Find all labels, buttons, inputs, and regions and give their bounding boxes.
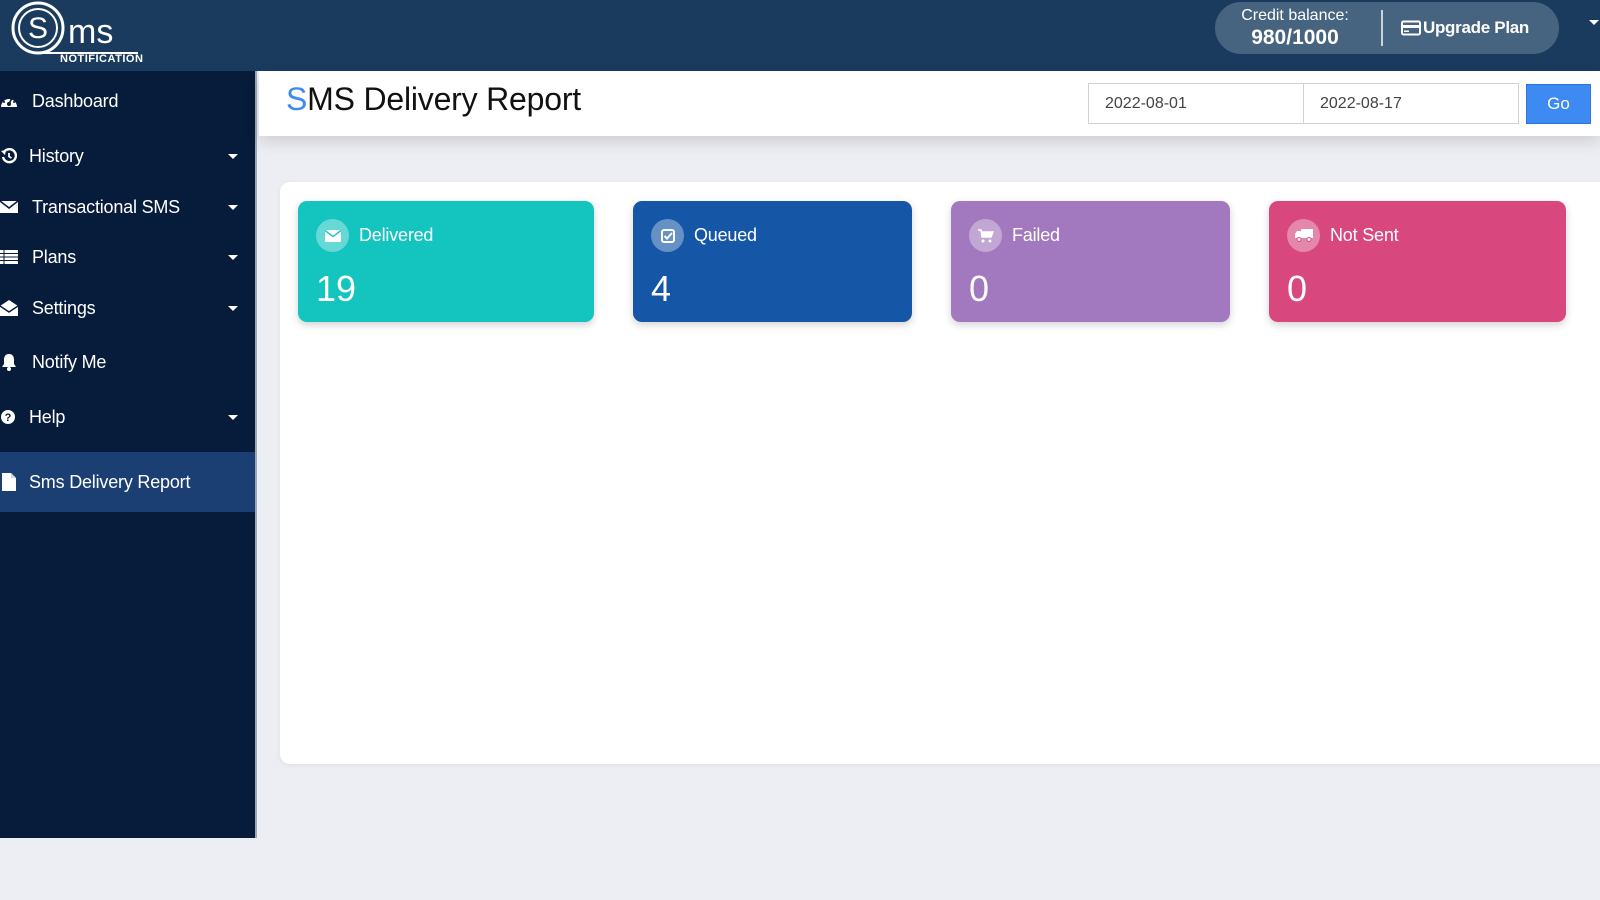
page-header: SMS Delivery Report Go xyxy=(259,71,1600,136)
chevron-down-icon xyxy=(228,305,238,311)
credit-balance-pill: Credit balance: 980/1000 Upgrade Plan xyxy=(1215,2,1559,54)
sidebar-item-dashboard[interactable]: Dashboard xyxy=(0,75,255,127)
chevron-down-icon xyxy=(228,414,238,420)
truck-icon xyxy=(1287,219,1320,252)
sidebar-item-history[interactable]: History xyxy=(0,130,255,182)
sidebar-item-label: Settings xyxy=(32,297,96,318)
sidebar-item-label: Notify Me xyxy=(32,351,107,372)
check-square-icon xyxy=(651,219,684,252)
top-bar: S ms NOTIFICATION Credit balance: 980/10… xyxy=(0,0,1600,71)
date-to-input[interactable] xyxy=(1303,83,1519,124)
bell-icon xyxy=(0,353,18,371)
envelope-icon xyxy=(316,219,349,252)
credit-card-icon xyxy=(1401,20,1421,36)
stat-label: Queued xyxy=(694,225,757,245)
logo-letter: S xyxy=(28,12,48,45)
stat-card-delivered: Delivered 19 xyxy=(298,201,594,322)
sidebar-item-notify-me[interactable]: Notify Me xyxy=(0,336,255,388)
envelope-icon xyxy=(0,198,18,216)
credit-balance: Credit balance: 980/1000 xyxy=(1215,7,1375,49)
stat-value: 0 xyxy=(969,268,990,309)
question-circle-icon: ? xyxy=(0,408,18,426)
chevron-down-icon xyxy=(228,204,238,210)
stat-value: 0 xyxy=(1287,268,1308,309)
chevron-down-icon xyxy=(228,153,238,159)
date-from-input[interactable] xyxy=(1088,83,1304,124)
sidebar-item-label: Plans xyxy=(32,246,77,267)
stat-card-failed: Failed 0 xyxy=(951,201,1230,322)
credit-balance-label: Credit balance: xyxy=(1241,7,1349,24)
user-menu-caret-icon[interactable] xyxy=(1589,20,1599,25)
pill-divider xyxy=(1381,10,1383,46)
stat-card-not-sent: Not Sent 0 xyxy=(1269,201,1566,322)
sidebar-item-label: Help xyxy=(29,406,66,427)
sidebar-item-help[interactable]: ? Help xyxy=(0,391,255,443)
credit-balance-value: 980/1000 xyxy=(1251,26,1339,49)
stat-value: 4 xyxy=(651,268,672,309)
brand-logo[interactable]: S ms NOTIFICATION xyxy=(8,0,178,66)
page-title-text: MS Delivery Report xyxy=(307,81,581,117)
chevron-down-icon xyxy=(228,254,238,260)
stat-label: Delivered xyxy=(359,225,434,245)
dashboard-icon xyxy=(0,92,18,110)
stat-label: Not Sent xyxy=(1330,225,1399,245)
sidebar-item-label: Sms Delivery Report xyxy=(29,471,191,492)
upgrade-plan-button[interactable]: Upgrade Plan xyxy=(1401,18,1529,38)
go-button[interactable]: Go xyxy=(1526,84,1591,124)
upgrade-plan-label: Upgrade Plan xyxy=(1423,18,1529,37)
history-icon xyxy=(0,147,18,165)
stat-label: Failed xyxy=(1012,225,1060,245)
sidebar: Dashboard History Transactional SMS Plan… xyxy=(0,71,257,838)
sidebar-item-sms-delivery-report[interactable]: Sms Delivery Report xyxy=(0,452,255,512)
sidebar-item-transactional-sms[interactable]: Transactional SMS xyxy=(0,181,255,233)
stat-value: 19 xyxy=(316,268,357,309)
stat-card-queued: Queued 4 xyxy=(633,201,912,322)
list-icon xyxy=(0,248,18,266)
page-title: SMS Delivery Report xyxy=(286,81,581,118)
report-panel: Delivered 19 Queued 4 Failed 0 Not Sent … xyxy=(280,182,1600,764)
sidebar-item-settings[interactable]: Settings xyxy=(0,282,255,334)
envelope-open-icon xyxy=(0,299,18,317)
logo-sub: NOTIFICATION xyxy=(60,53,143,65)
svg-text:?: ? xyxy=(5,412,12,424)
sidebar-item-label: History xyxy=(29,145,84,166)
file-icon xyxy=(0,473,18,491)
logo-main: ms xyxy=(68,13,113,51)
cart-icon xyxy=(969,219,1002,252)
sidebar-item-label: Transactional SMS xyxy=(32,196,180,217)
sidebar-item-plans[interactable]: Plans xyxy=(0,231,255,283)
sidebar-item-label: Dashboard xyxy=(32,90,119,111)
page-title-accent: S xyxy=(286,81,308,117)
